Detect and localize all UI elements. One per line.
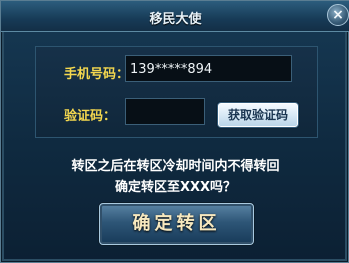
phone-label: 手机号码： (64, 67, 130, 82)
phone-input[interactable]: 139*****894 (125, 55, 292, 82)
transfer-dialog: 移民大使 × 手机号码： 139*****894 验证码： 获取验证码 转区之后… (0, 0, 349, 263)
close-button[interactable]: × (327, 4, 349, 26)
close-icon: × (332, 7, 344, 23)
get-code-button[interactable]: 获取验证码 (217, 102, 299, 128)
code-label: 验证码： (64, 109, 117, 124)
warning-line-1: 转区之后在转区冷却时间内不得转回 (71, 159, 280, 174)
dialog-title: 移民大使 (149, 12, 202, 27)
code-input[interactable] (125, 98, 205, 125)
confirm-transfer-button[interactable]: 确定转区 (99, 203, 254, 245)
warning-line-2: 确定转区至XXX吗？ (114, 180, 237, 195)
title-bar: 移民大使 × (1, 1, 349, 32)
